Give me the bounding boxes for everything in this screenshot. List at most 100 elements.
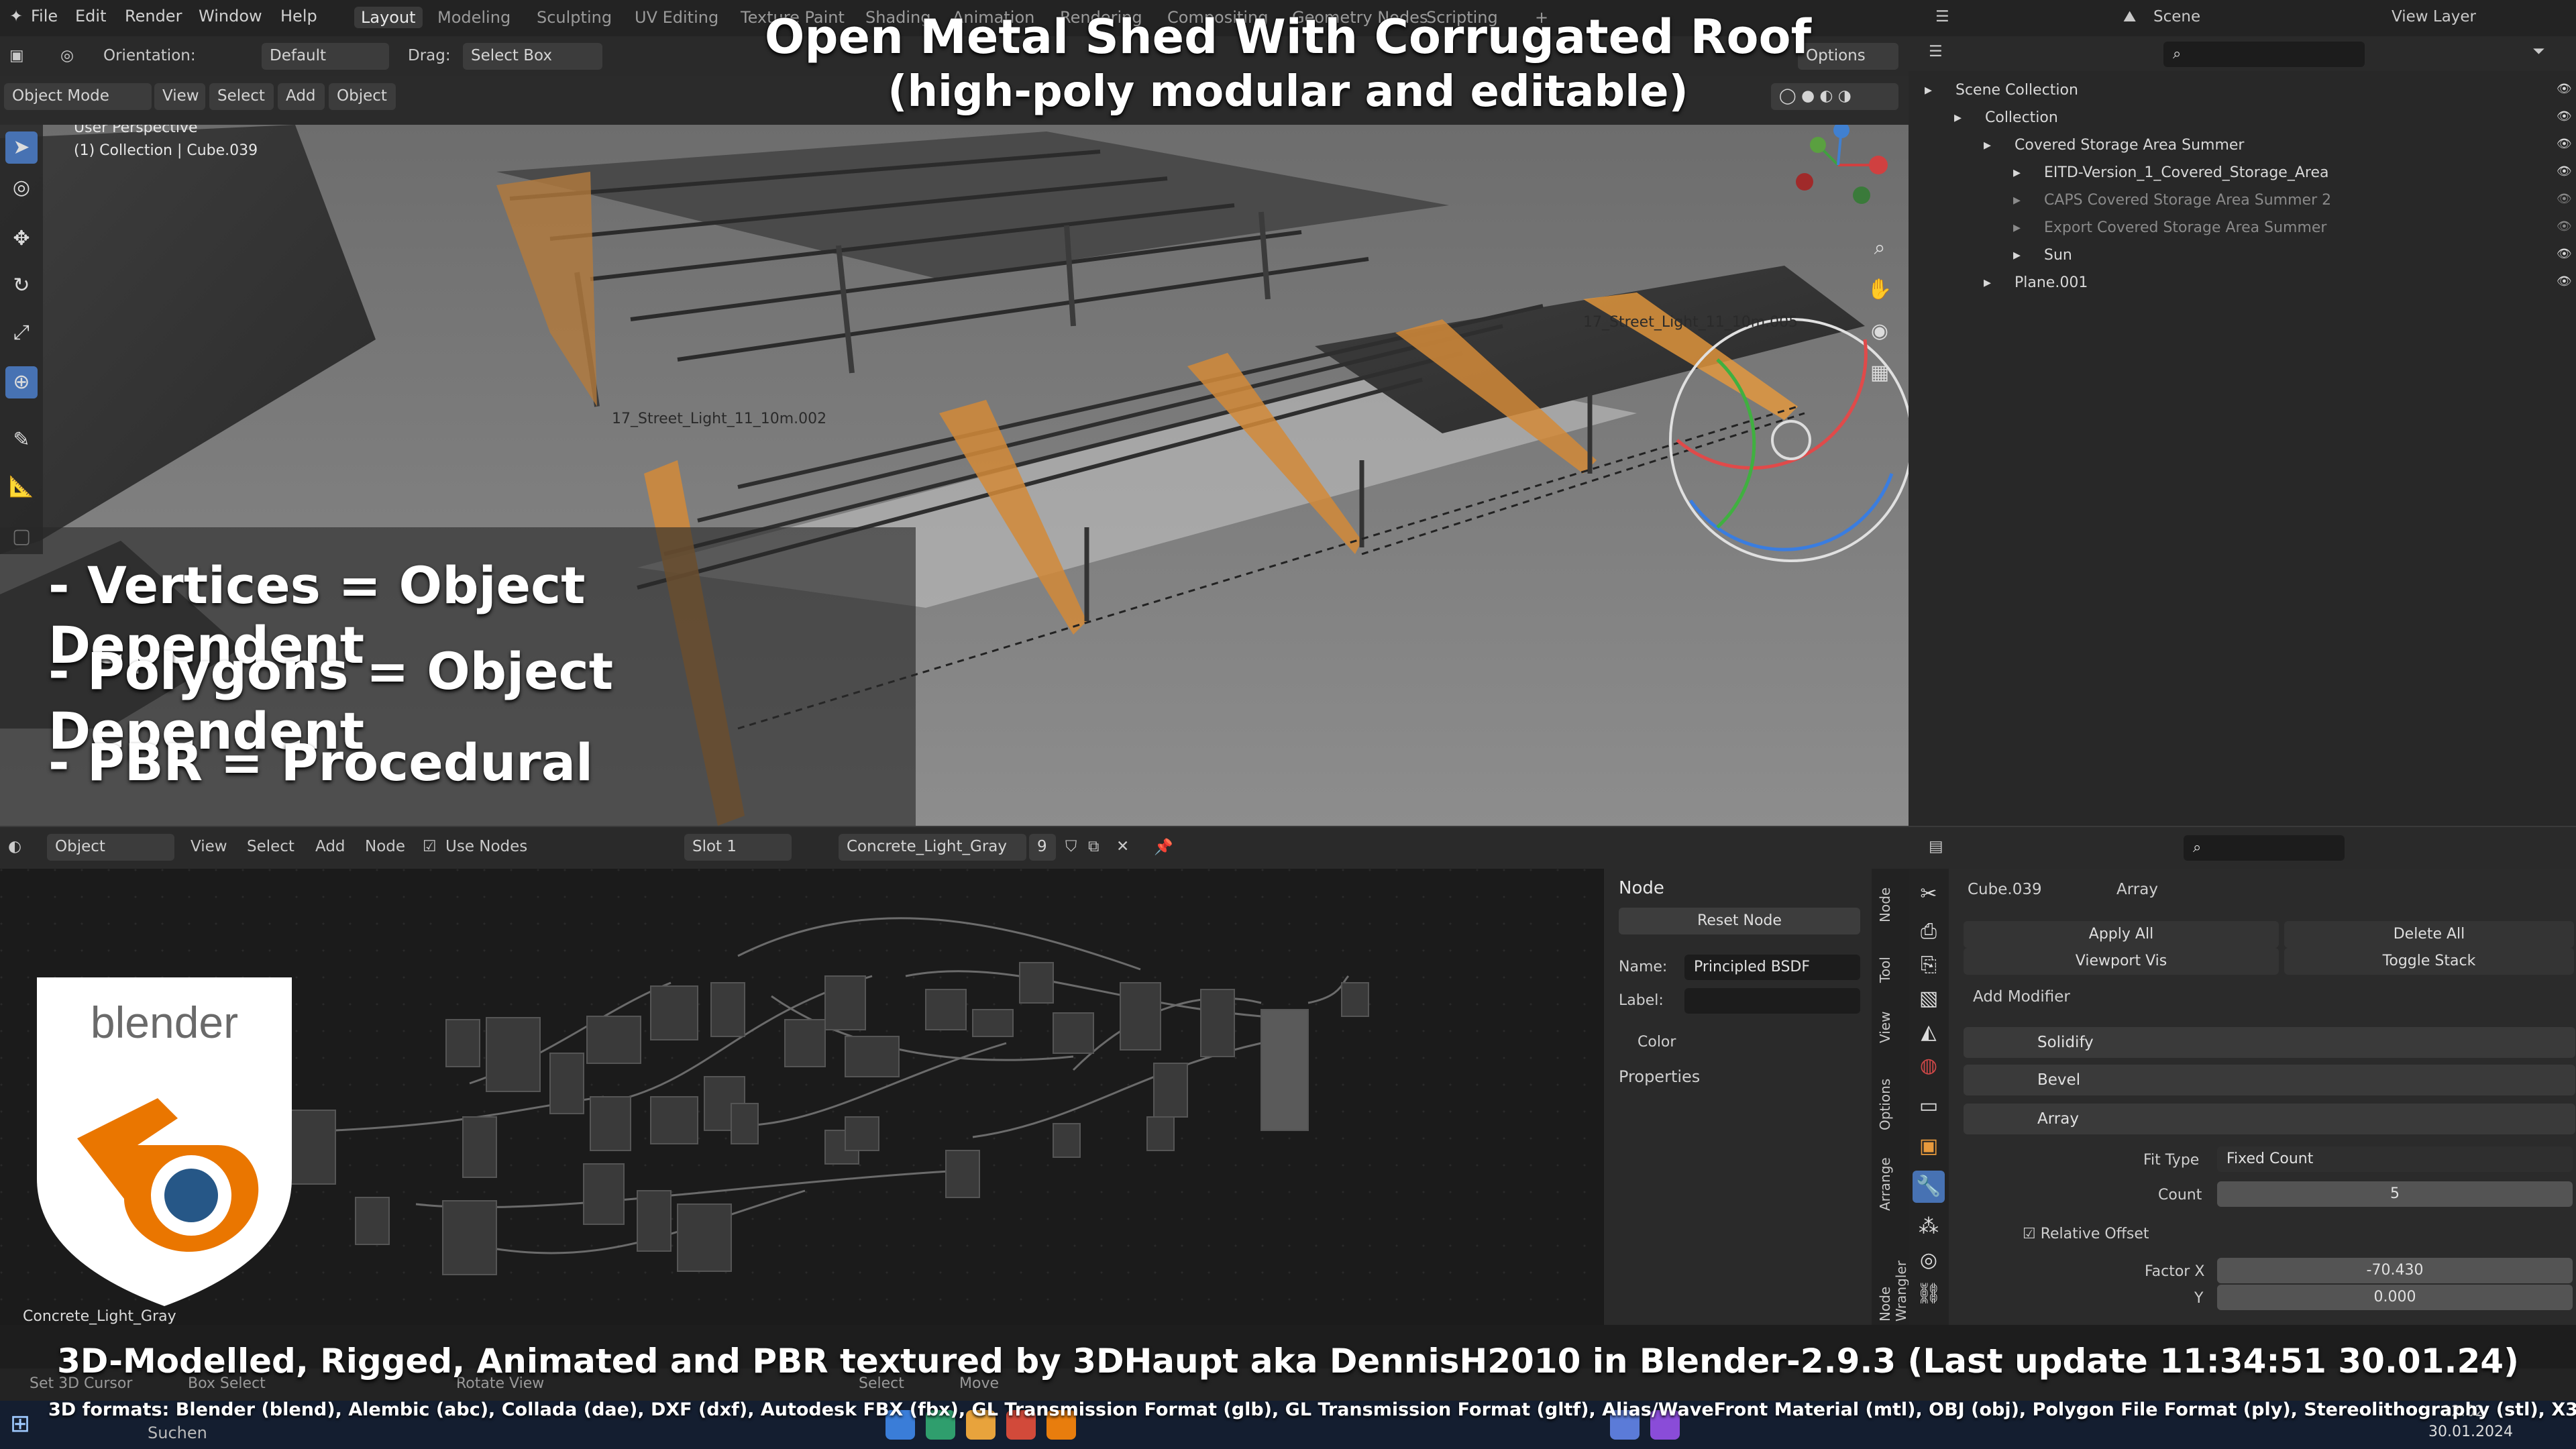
modifier-props-icon[interactable]: 🔧 [1913, 1171, 1945, 1203]
camera-icon[interactable]: ◉ [1864, 315, 1896, 347]
factor-y-label: Y [2194, 1290, 2204, 1307]
viewport-vis-button[interactable]: Viewport Vis [1964, 948, 2279, 975]
outliner-row-label: Covered Storage Area Summer [2015, 137, 2245, 154]
constraints-props-icon[interactable]: ⛓ [1913, 1278, 1945, 1310]
outliner-row[interactable]: ▸ Sun 👁 [1909, 241, 2576, 268]
factor-x-field[interactable]: -70.430 [2217, 1258, 2573, 1283]
view-layer-props-icon[interactable]: ▧ [1913, 983, 1945, 1015]
material-users[interactable]: 9 [1029, 834, 1056, 861]
color-panel-toggle[interactable]: Color [1638, 1034, 1676, 1051]
visibility-eye-icon[interactable]: 👁 [2557, 137, 2572, 151]
fake-user-shield-icon[interactable]: ⛉ [1065, 838, 1077, 855]
tab-node-wrangler[interactable]: Node Wrangler [1877, 1260, 1909, 1322]
expand-arrow-icon[interactable]: ▸ [1984, 274, 1991, 291]
object-props-icon[interactable]: ▣ [1913, 1130, 1945, 1163]
ne-menu-node[interactable]: Node [365, 838, 405, 855]
outliner-row[interactable]: ▸ Plane.001 👁 [1909, 269, 2576, 296]
outliner-row[interactable]: ▸ Covered Storage Area Summer 👁 [1909, 131, 2576, 158]
video-title: Open Metal Shed With Corrugated Roof [764, 9, 1812, 64]
tool-props-icon[interactable]: ✂ [1913, 878, 1945, 910]
visibility-eye-icon[interactable]: 👁 [2557, 164, 2572, 178]
taskbar-search[interactable]: Suchen [148, 1424, 207, 1442]
ne-menu-add[interactable]: Add [315, 838, 345, 855]
visibility-eye-icon[interactable]: 👁 [2557, 274, 2572, 288]
visibility-eye-icon[interactable]: 👁 [2557, 247, 2572, 261]
outliner-row[interactable]: ▸ CAPS Covered Storage Area Summer 2 👁 [1909, 186, 2576, 213]
ne-menu-select[interactable]: Select [247, 838, 294, 855]
expand-arrow-icon[interactable]: ▸ [2013, 192, 2021, 209]
shader-type-dropdown[interactable]: Object [47, 834, 174, 861]
modifier-array[interactable]: Array [1964, 1104, 2575, 1134]
visibility-eye-icon[interactable]: 👁 [2557, 192, 2572, 206]
label-label: Label: [1619, 992, 1664, 1009]
cursor-tool-icon[interactable]: ◎ [5, 172, 38, 204]
node-label-field[interactable] [1684, 988, 1860, 1014]
annotate-tool-icon[interactable]: ✎ [5, 424, 38, 456]
outliner-row[interactable]: ▸ Export Covered Storage Area Summer 👁 [1909, 214, 2576, 241]
delete-all-button[interactable]: Delete All [2284, 921, 2574, 948]
outliner-row[interactable]: ▸ EITD-Version_1_Covered_Storage_Area 👁 [1909, 159, 2576, 186]
use-nodes-checkbox[interactable]: ☑ [423, 838, 437, 855]
tab-arrange[interactable]: Arrange [1877, 1157, 1893, 1211]
pin-icon[interactable]: 📌 [1154, 838, 1173, 856]
expand-arrow-icon[interactable]: ▸ [2013, 164, 2021, 181]
visibility-eye-icon[interactable]: 👁 [2557, 219, 2572, 233]
output-props-icon[interactable]: ⎘ [1913, 949, 1945, 981]
toggle-stack-button[interactable]: Toggle Stack [2284, 948, 2574, 975]
node-panel-title[interactable]: Node [1619, 878, 1664, 898]
tab-node[interactable]: Node [1877, 888, 1893, 922]
modifier-bevel[interactable]: Bevel [1964, 1065, 2575, 1095]
material-users-count: 9 [1037, 838, 1047, 855]
properties-search-field[interactable]: ⌕ [2184, 835, 2345, 861]
render-props-icon[interactable]: ⎙ [1913, 916, 1945, 948]
node-editor-type-icon[interactable]: ◐ [8, 838, 21, 855]
duplicate-material-icon[interactable]: ⧉ [1088, 838, 1099, 855]
properties-panel-toggle[interactable]: Properties [1619, 1067, 1700, 1086]
outliner: ▸ Scene Collection 👁 ▸ Collection 👁 ▸ Covered S… [1909, 71, 2576, 826]
relative-offset-checkbox[interactable]: ☑ Relative Offset [2023, 1226, 2149, 1242]
rotate-tool-icon[interactable]: ↻ [5, 270, 38, 302]
transform-tool-icon[interactable]: ⊕ [5, 366, 38, 398]
zoom-icon[interactable]: ⌕ [1864, 232, 1896, 264]
object-name[interactable]: Cube.039 [1968, 881, 2042, 898]
windows-start-icon[interactable]: ⊞ [5, 1410, 35, 1440]
apply-all-button[interactable]: Apply All [1964, 921, 2279, 948]
object-label-street-light-005: 17_Street_Light_11_10m.005 [1583, 314, 1799, 331]
scene-props-icon[interactable]: ◭ [1913, 1016, 1945, 1049]
slot-dropdown[interactable]: Slot 1 [684, 834, 792, 861]
node-name-value: Principled BSDF [1694, 959, 1811, 975]
material-field[interactable]: Concrete_Light_Gray [839, 834, 1026, 861]
move-tool-icon[interactable]: ✥ [5, 223, 38, 255]
modifier-solidify-label: Solidify [2037, 1034, 2094, 1051]
count-field[interactable]: 5 [2217, 1181, 2573, 1207]
info-pbr: - PBR = Procedural [48, 733, 594, 792]
properties-editor-icon[interactable]: ▤ [1929, 838, 1943, 855]
tab-tool[interactable]: Tool [1877, 957, 1893, 983]
measure-tool-icon[interactable]: 📐 [5, 471, 38, 503]
modifier-context[interactable]: Array [2116, 881, 2158, 898]
expand-arrow-icon[interactable]: ▸ [1984, 137, 1991, 154]
factor-y-field[interactable]: 0.000 [2217, 1285, 2573, 1310]
fit-type-dropdown[interactable]: Fixed Count [2217, 1146, 2573, 1172]
scale-tool-icon[interactable]: ⤢ [5, 317, 38, 349]
node-name-field[interactable]: Principled BSDF [1684, 955, 1860, 980]
select-tool-icon[interactable]: ➤ [5, 131, 38, 164]
unlink-material-icon[interactable]: ✕ [1116, 838, 1129, 855]
count-value: 5 [2390, 1185, 2400, 1202]
tab-options[interactable]: Options [1877, 1079, 1893, 1130]
physics-props-icon[interactable]: ◎ [1913, 1244, 1945, 1277]
pan-hand-icon[interactable]: ✋ [1864, 274, 1896, 306]
world-props-icon[interactable]: ◍ [1913, 1050, 1945, 1082]
material-name: Concrete_Light_Gray [847, 838, 1008, 855]
particles-props-icon[interactable]: ⁂ [1913, 1211, 1945, 1243]
modifier-bevel-label: Bevel [2037, 1071, 2081, 1089]
grid-icon[interactable]: ▦ [1864, 357, 1896, 389]
tab-view[interactable]: View [1877, 1012, 1893, 1043]
add-modifier-dropdown[interactable]: Add Modifier [1973, 988, 2070, 1006]
ne-menu-view[interactable]: View [191, 838, 227, 855]
reset-node-button[interactable]: Reset Node [1619, 908, 1860, 934]
collection-props-icon[interactable]: ▭ [1913, 1090, 1945, 1122]
expand-arrow-icon[interactable]: ▸ [2013, 247, 2021, 264]
modifier-solidify[interactable]: Solidify [1964, 1027, 2575, 1058]
expand-arrow-icon[interactable]: ▸ [2013, 219, 2021, 236]
